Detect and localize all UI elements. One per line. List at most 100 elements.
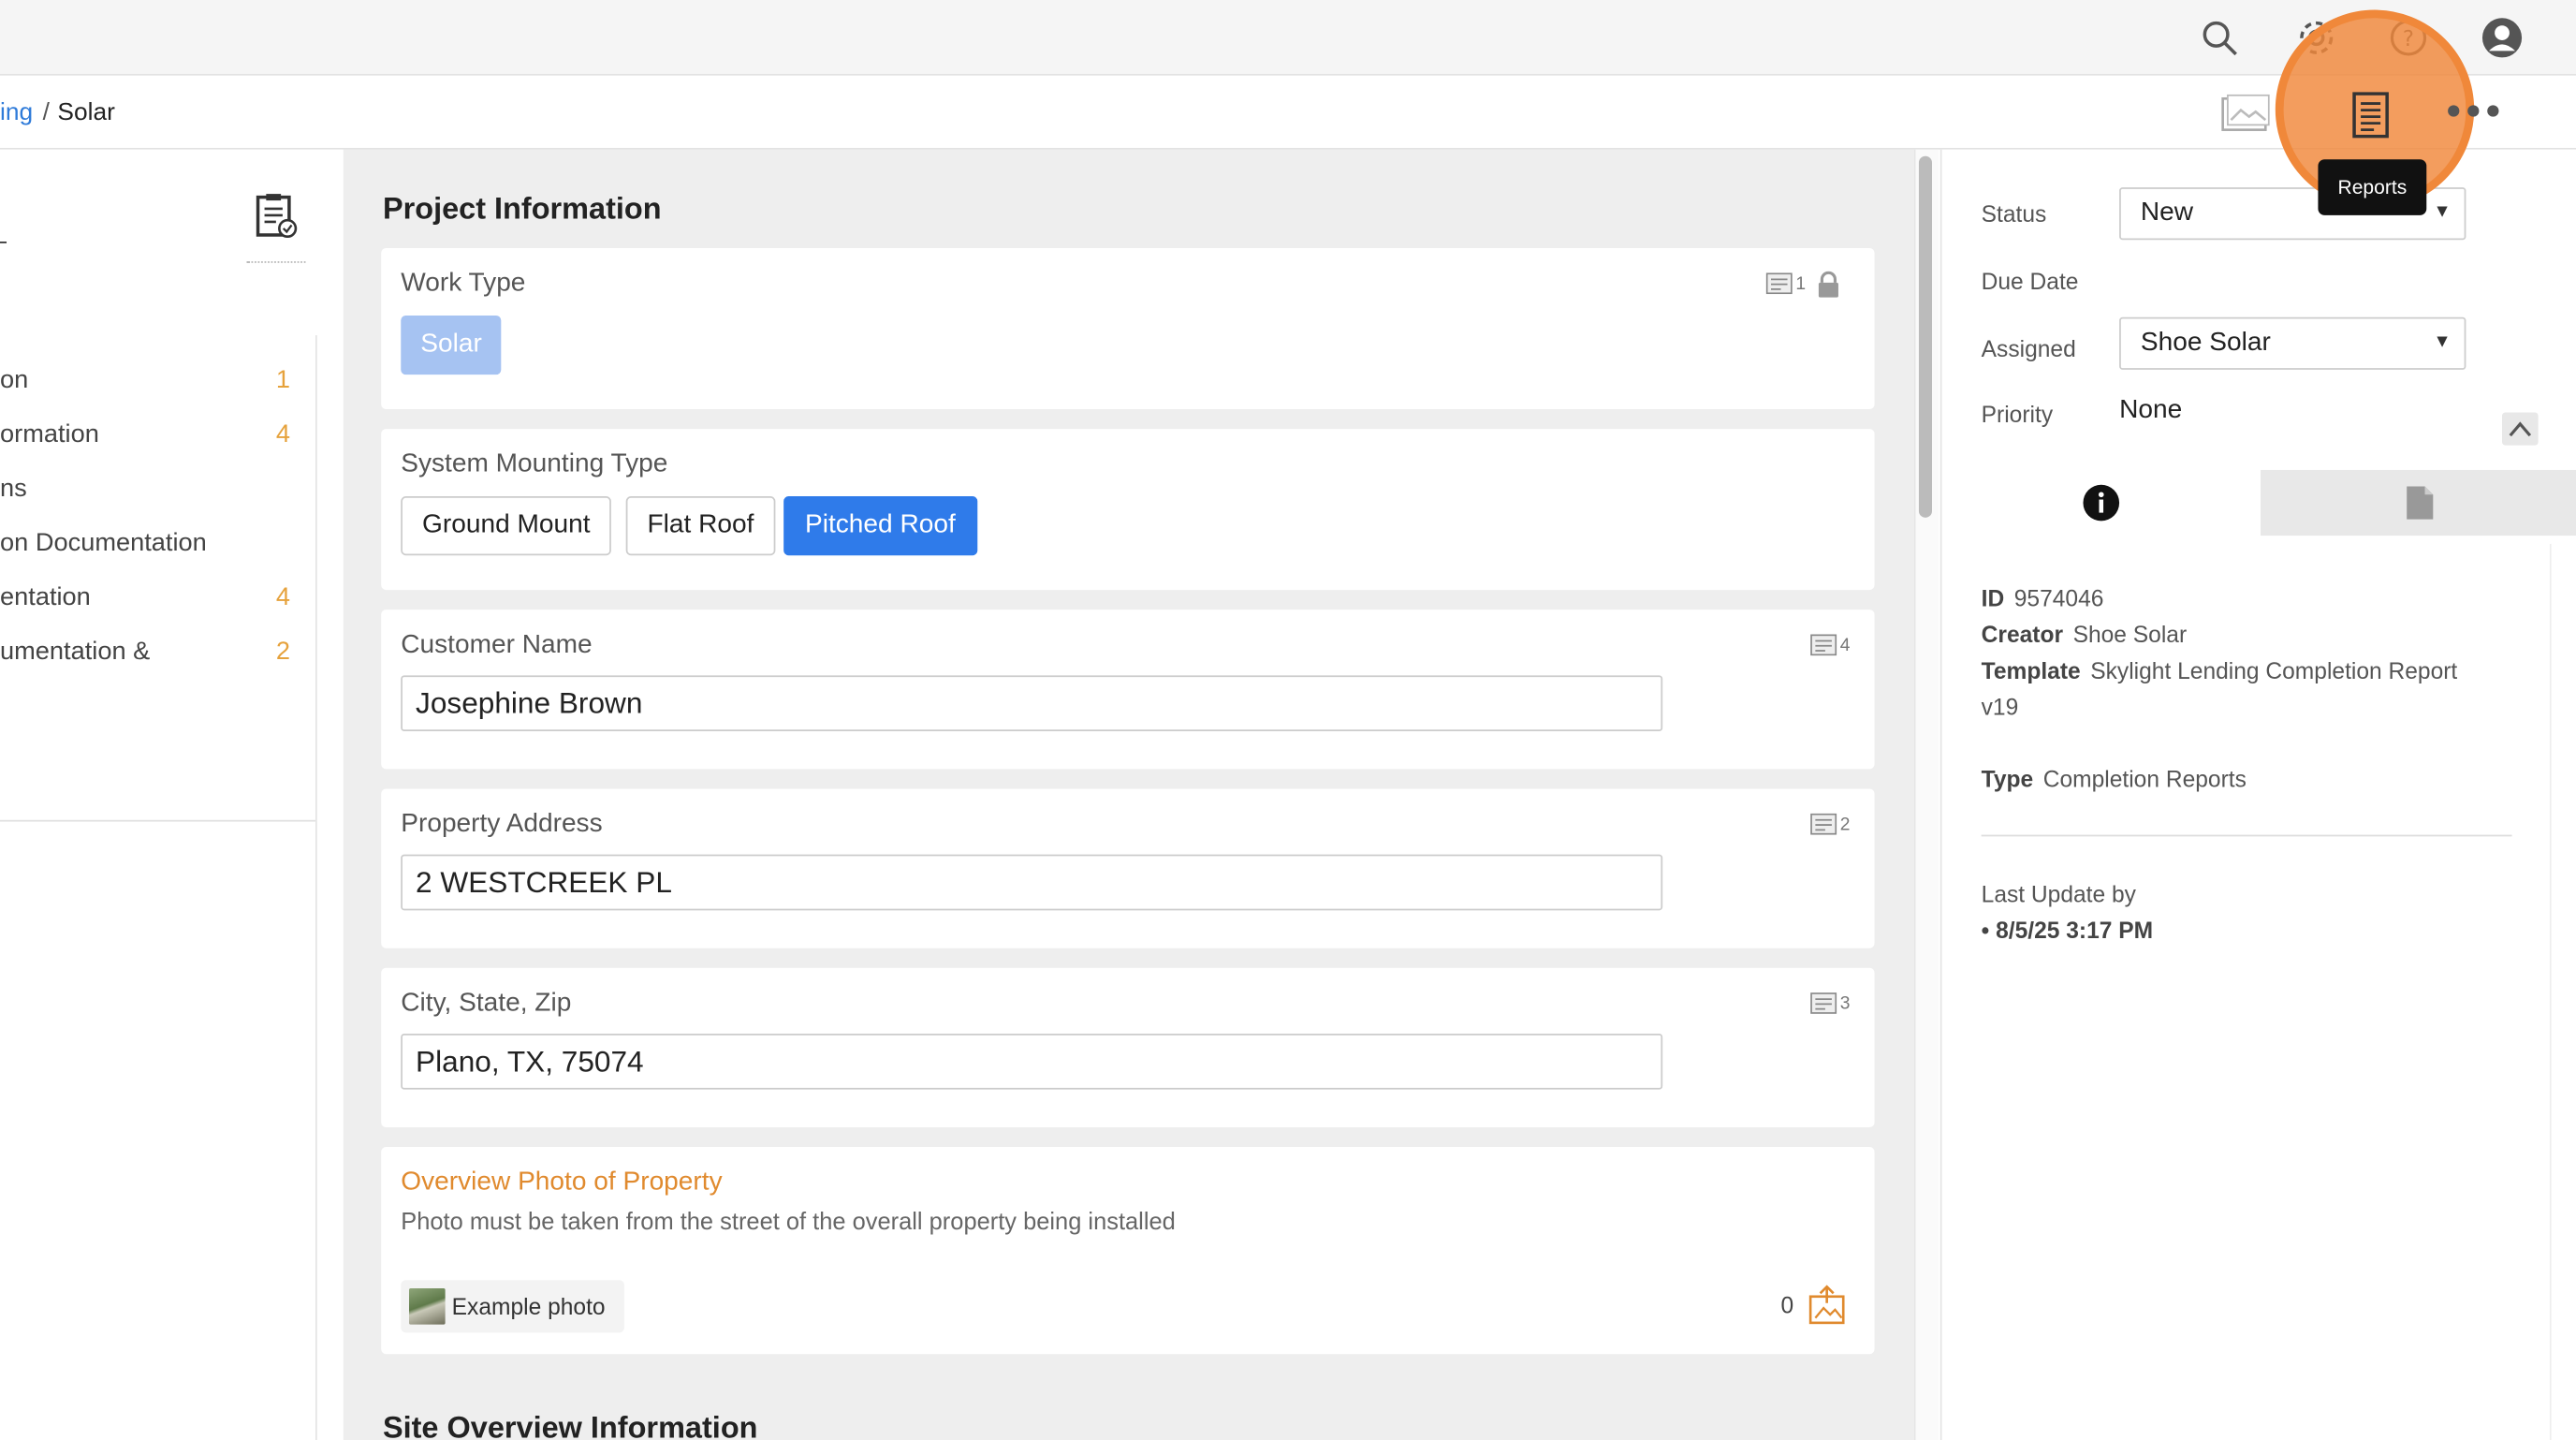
meta-divider: [1981, 834, 2512, 837]
meta-type-label: Type: [1981, 765, 2034, 792]
detail-tabs: [1941, 469, 2576, 536]
mounting-option-ground-mount[interactable]: Ground Mount: [401, 496, 612, 556]
sidebar-count-4: 4: [275, 583, 290, 611]
priority-value[interactable]: None: [2119, 396, 2182, 426]
last-update-label: Last Update by: [1981, 880, 2136, 907]
property-address-badge-count: 2: [1839, 814, 1851, 834]
work-type-label: Work Type: [401, 269, 526, 298]
field-reference-badge: 2: [1810, 813, 1851, 835]
document-count-icon: [1810, 992, 1837, 1014]
right-panel-inner-border: [2549, 543, 2552, 1440]
sidebar-count-0: 1: [275, 366, 290, 395]
dot: [2467, 105, 2480, 117]
breadcrumb-parent-link[interactable]: ing: [0, 98, 33, 126]
search-icon[interactable]: [2197, 15, 2243, 61]
sidebar-marker: [0, 241, 7, 243]
work-type-chip-solar[interactable]: Solar: [401, 315, 502, 375]
customer-name-label: Customer Name: [401, 630, 593, 659]
document-count-icon: [1810, 634, 1837, 656]
meta-template-label: Template: [1981, 657, 2081, 684]
example-photo-label: Example photo: [451, 1293, 606, 1320]
breadcrumb-current: Solar: [57, 98, 115, 127]
reports-tooltip: Reports: [2318, 159, 2427, 215]
right-panel: Status New ▼ Due Date Assigned Shoe Sola…: [1939, 149, 2576, 1440]
left-sidebar: on 1 ormation 4 ns on Documentation enta…: [0, 149, 344, 1440]
meta-template: Template Skylight Lending Completion Repo…: [1982, 657, 2458, 683]
sidebar-item-4[interactable]: entation: [0, 583, 91, 613]
mounting-option-pitched-roof[interactable]: Pitched Roof: [783, 496, 977, 556]
sidebar-item-0[interactable]: on: [0, 366, 28, 396]
tab-info[interactable]: [1941, 469, 2261, 536]
user-avatar-icon[interactable]: [2479, 15, 2525, 61]
assigned-value: Shoe Solar: [2140, 329, 2271, 357]
tab-documents[interactable]: [2261, 469, 2576, 536]
main-content: Project Information Work Type 1 Solar Sy…: [343, 149, 1914, 1440]
mounting-type-label: System Mounting Type: [401, 449, 668, 478]
meta-id-label: ID: [1981, 584, 2005, 611]
city-state-zip-badge-count: 3: [1839, 992, 1851, 1014]
collapse-button[interactable]: [2502, 412, 2539, 446]
assigned-select[interactable]: Shoe Solar ▼: [2119, 316, 2466, 370]
clipboard-icon[interactable]: [255, 192, 298, 246]
property-address-label: Property Address: [401, 810, 603, 839]
meta-creator-value: Shoe Solar: [2072, 621, 2188, 648]
meta-type-value: Completion Reports: [2042, 765, 2247, 792]
sidebar-dotted-divider: [246, 261, 306, 263]
more-options-icon[interactable]: [2448, 105, 2499, 117]
meta-id: ID 9574046: [1982, 585, 2104, 611]
field-reference-badge: 1: [1765, 272, 1807, 295]
card-system-mounting-type: System Mounting Type Ground Mount Flat R…: [381, 429, 1875, 591]
example-photo-button[interactable]: Example photo: [401, 1280, 624, 1333]
mounting-option-flat-roof[interactable]: Flat Roof: [625, 496, 776, 556]
meta-creator-label: Creator: [1981, 621, 2064, 648]
example-photo-thumbnail: [409, 1287, 446, 1325]
main-scrollbar-thumb[interactable]: [1918, 155, 1932, 518]
work-type-badge-count: 1: [1795, 273, 1807, 294]
field-reference-badge: 4: [1810, 634, 1851, 656]
reports-icon[interactable]: [2351, 92, 2391, 146]
city-state-zip-input[interactable]: Plano, TX, 75074: [401, 1033, 1663, 1090]
document-count-icon: [1765, 272, 1793, 295]
sidebar-item-1[interactable]: ormation: [0, 420, 99, 450]
sidebar-item-5[interactable]: umentation &: [0, 638, 150, 668]
priority-label: Priority: [1981, 401, 2054, 428]
photo-count: 0: [1780, 1291, 1794, 1318]
due-date-label: Due Date: [1981, 268, 2079, 295]
assigned-label: Assigned: [1981, 335, 2076, 362]
lock-icon: [1817, 271, 1840, 308]
card-city-state-zip: City, State, Zip 3 Plano, TX, 75074: [381, 967, 1875, 1127]
overview-photo-title: Overview Photo of Property: [401, 1168, 723, 1197]
chevron-up-icon: [2509, 421, 2532, 437]
meta-id-value: 9574046: [2013, 584, 2104, 611]
customer-name-badge-count: 4: [1839, 635, 1851, 655]
info-icon: [2083, 484, 2120, 522]
property-address-input[interactable]: 2 WESTCREEK PL: [401, 854, 1663, 911]
top-bar: ?: [0, 0, 2576, 76]
city-state-zip-label: City, State, Zip: [401, 989, 572, 1018]
sidebar-count-5: 2: [275, 637, 290, 666]
breadcrumb-separator: /: [42, 98, 50, 127]
field-reference-badge: 3: [1810, 992, 1850, 1014]
upload-photo-icon[interactable]: [1808, 1285, 1847, 1332]
dot: [2448, 105, 2460, 117]
meta-creator: Creator Shoe Solar: [1982, 621, 2188, 647]
customer-name-input[interactable]: Josephine Brown: [401, 675, 1663, 732]
sidebar-item-3[interactable]: on Documentation: [0, 529, 207, 559]
gallery-icon[interactable]: [2221, 94, 2271, 141]
sidebar-divider: [0, 819, 315, 822]
document-count-icon: [1810, 813, 1837, 835]
meta-template-version: v19: [1981, 693, 2019, 720]
card-work-type: Work Type 1 Solar: [381, 248, 1875, 410]
chevron-down-icon: ▼: [2433, 201, 2452, 222]
overview-photo-description: Photo must be taken from the street of t…: [401, 1209, 1176, 1236]
dot: [2487, 105, 2499, 117]
reports-tooltip-label: Reports: [2337, 175, 2408, 199]
status-label: Status: [1981, 200, 2047, 228]
meta-type: Type Completion Reports: [1982, 766, 2247, 792]
card-property-address: Property Address 2 2 WESTCREEK PL: [381, 788, 1875, 948]
section-title-project-information: Project Information: [382, 190, 662, 226]
sidebar-border: [315, 335, 317, 1440]
sidebar-count-1: 4: [275, 420, 290, 449]
card-customer-name: Customer Name 4 Josephine Brown: [381, 610, 1875, 770]
sidebar-item-2[interactable]: ns: [0, 475, 27, 505]
